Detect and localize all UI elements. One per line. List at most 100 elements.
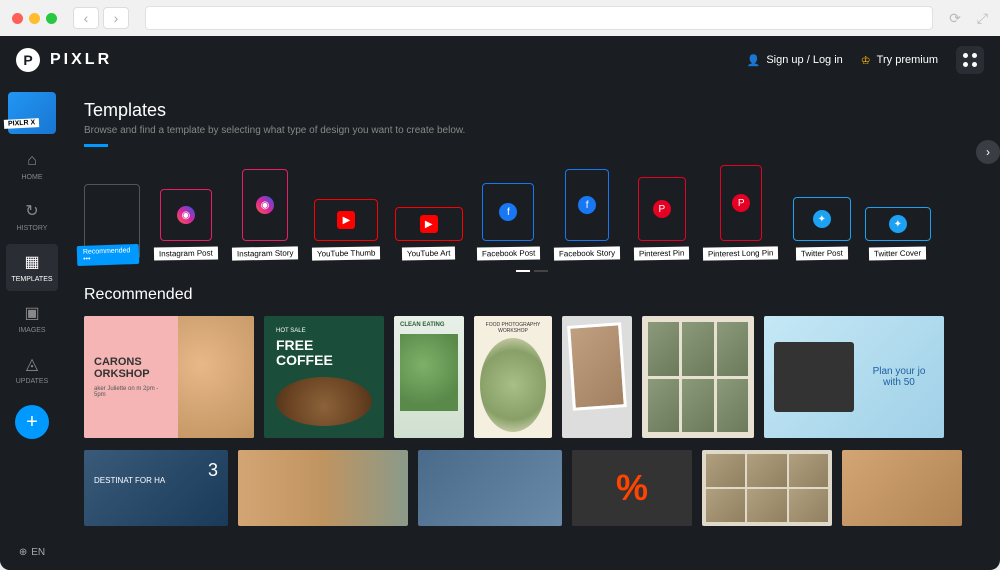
sidebar-item-templates[interactable]: ▦ TEMPLATES xyxy=(6,244,58,291)
template-card[interactable] xyxy=(418,450,562,526)
platform-icon: ◉ xyxy=(177,206,195,224)
globe-icon: ⊕ xyxy=(19,547,27,558)
sidebar-item-images[interactable]: ▣ IMAGES xyxy=(6,295,58,342)
page-subtitle: Browse and find a template by selecting … xyxy=(84,125,980,136)
type-card[interactable]: ✦Twitter Post xyxy=(793,197,851,260)
template-card[interactable]: 3 DESTINAT FOR HA xyxy=(84,450,228,526)
platform-icon: f xyxy=(499,203,517,221)
template-text: FOOD PHOTOGRAPHY WORKSHOP xyxy=(480,322,546,334)
sidebar-label: TEMPLATES xyxy=(11,276,52,283)
maximize-window[interactable] xyxy=(46,13,57,24)
section-title: Recommended xyxy=(84,286,980,304)
sidebar: PIXLR X ⌂ HOME ↻ HISTORY ▦ TEMPLATES ▣ I… xyxy=(0,84,64,570)
back-button[interactable]: ‹ xyxy=(73,7,99,29)
template-text: FREE COFFEE xyxy=(276,338,372,369)
type-card[interactable]: ✦ Twitter Cover xyxy=(865,207,931,260)
type-label: YouTube Thumb xyxy=(312,246,381,260)
type-card[interactable]: P Pinterest Pin xyxy=(634,177,689,260)
sidebar-item-history[interactable]: ↻ HISTORY xyxy=(6,193,58,240)
expand-icon[interactable]: ⤢ xyxy=(977,10,988,27)
template-card[interactable]: FOOD PHOTOGRAPHY WORKSHOP xyxy=(474,316,552,438)
type-label: Twitter Cover xyxy=(869,247,926,261)
template-text: CARONS xyxy=(94,356,168,368)
pager-dot[interactable] xyxy=(534,270,548,272)
images-icon: ▣ xyxy=(24,303,39,323)
user-icon: 👤 xyxy=(747,54,761,67)
template-card[interactable] xyxy=(562,316,632,438)
platform-icon: P xyxy=(653,200,671,218)
sidebar-item-updates[interactable]: ◬ UPDATES xyxy=(6,346,58,393)
platform-icon: P xyxy=(732,194,750,212)
platform-icon: ▶ xyxy=(337,211,355,229)
template-card[interactable]: CLEAN EATING xyxy=(394,316,464,438)
template-text: aker Juliette on m 2pm - 5pm xyxy=(94,386,168,398)
template-card[interactable] xyxy=(642,316,754,438)
type-card[interactable]: ◉ Instagram Post xyxy=(154,189,218,260)
sidebar-label: UPDATES xyxy=(16,378,49,385)
type-card[interactable]: P Pinterest Long Pin xyxy=(703,165,778,260)
updates-icon: ◬ xyxy=(26,354,38,374)
premium-link[interactable]: ♔ Try premium xyxy=(861,54,938,67)
next-button[interactable]: › xyxy=(976,140,1000,164)
type-label: Facebook Story xyxy=(554,246,620,260)
content: Templates Browse and find a template by … xyxy=(64,84,1000,570)
reload-icon[interactable]: ⟳ xyxy=(949,10,961,27)
template-card[interactable]: % xyxy=(572,450,692,526)
signup-label: Sign up / Log in xyxy=(766,54,842,66)
template-card[interactable] xyxy=(238,450,408,526)
template-card[interactable]: CARONS ORKSHOP aker Juliette on m 2pm - … xyxy=(84,316,254,438)
type-label: Instagram Post xyxy=(154,246,218,260)
minimize-window[interactable] xyxy=(29,13,40,24)
type-label: YouTube Art xyxy=(402,247,456,261)
recommended-tag: Recommended ••• xyxy=(77,244,140,266)
app-badge-label: PIXLR X xyxy=(4,118,40,129)
template-card[interactable]: HOT SALE FREE COFFEE xyxy=(264,316,384,438)
logo-text: PIXLR xyxy=(50,51,112,69)
type-card[interactable]: Recommended ••• xyxy=(84,184,140,260)
forward-button[interactable]: › xyxy=(103,7,129,29)
type-card[interactable]: f Facebook Story xyxy=(554,169,620,260)
topbar: P PIXLR 👤 Sign up / Log in ♔ Try premium xyxy=(0,36,1000,84)
language-selector[interactable]: ⊕ EN xyxy=(19,547,45,558)
template-card[interactable] xyxy=(842,450,962,526)
template-text: Plan your jo with 50 xyxy=(854,366,934,388)
template-row: CARONS ORKSHOP aker Juliette on m 2pm - … xyxy=(84,316,980,438)
template-text: HOT SALE xyxy=(276,328,372,334)
pager[interactable] xyxy=(84,270,980,272)
close-window[interactable] xyxy=(12,13,23,24)
logo[interactable]: P PIXLR xyxy=(16,48,112,72)
template-card[interactable] xyxy=(702,450,832,526)
type-card[interactable]: ▶YouTube Art xyxy=(395,207,463,260)
platform-icon: ✦ xyxy=(889,215,907,233)
sidebar-label: HOME xyxy=(22,174,43,181)
template-card[interactable]: Plan your jo with 50 xyxy=(764,316,944,438)
apps-menu[interactable] xyxy=(956,46,984,74)
app-badge[interactable]: PIXLR X xyxy=(8,92,56,134)
template-text: 3 xyxy=(208,460,218,481)
sidebar-item-home[interactable]: ⌂ HOME xyxy=(6,144,58,189)
add-button[interactable]: + xyxy=(15,405,49,439)
logo-icon: P xyxy=(16,48,40,72)
lang-label: EN xyxy=(31,547,45,558)
template-types-row: Recommended ••• ◉ Instagram Post ◉Instagram… xyxy=(84,165,980,260)
template-text: CLEAN EATING xyxy=(400,322,458,328)
history-icon: ↻ xyxy=(25,201,38,221)
type-card[interactable]: ▶ YouTube Thumb xyxy=(312,199,380,260)
type-card[interactable]: f Facebook Post xyxy=(477,183,540,260)
sidebar-label: HISTORY xyxy=(17,225,48,232)
sidebar-label: IMAGES xyxy=(18,327,45,334)
type-label: Facebook Post xyxy=(477,246,541,260)
pager-dot[interactable] xyxy=(516,270,530,272)
type-label: Pinterest Long Pin xyxy=(703,246,779,260)
accent-bar xyxy=(84,144,108,147)
browser-chrome: ‹ › ⟳ ⤢ xyxy=(0,0,1000,36)
type-label: Pinterest Pin xyxy=(634,247,690,261)
templates-icon: ▦ xyxy=(24,252,39,272)
type-label: Twitter Post xyxy=(796,247,848,261)
home-icon: ⌂ xyxy=(27,152,37,170)
url-bar[interactable] xyxy=(145,6,933,30)
platform-icon: f xyxy=(578,196,596,214)
template-row: 3 DESTINAT FOR HA % xyxy=(84,450,980,526)
type-card[interactable]: ◉Instagram Story xyxy=(232,169,298,260)
signup-link[interactable]: 👤 Sign up / Log in xyxy=(747,54,843,67)
